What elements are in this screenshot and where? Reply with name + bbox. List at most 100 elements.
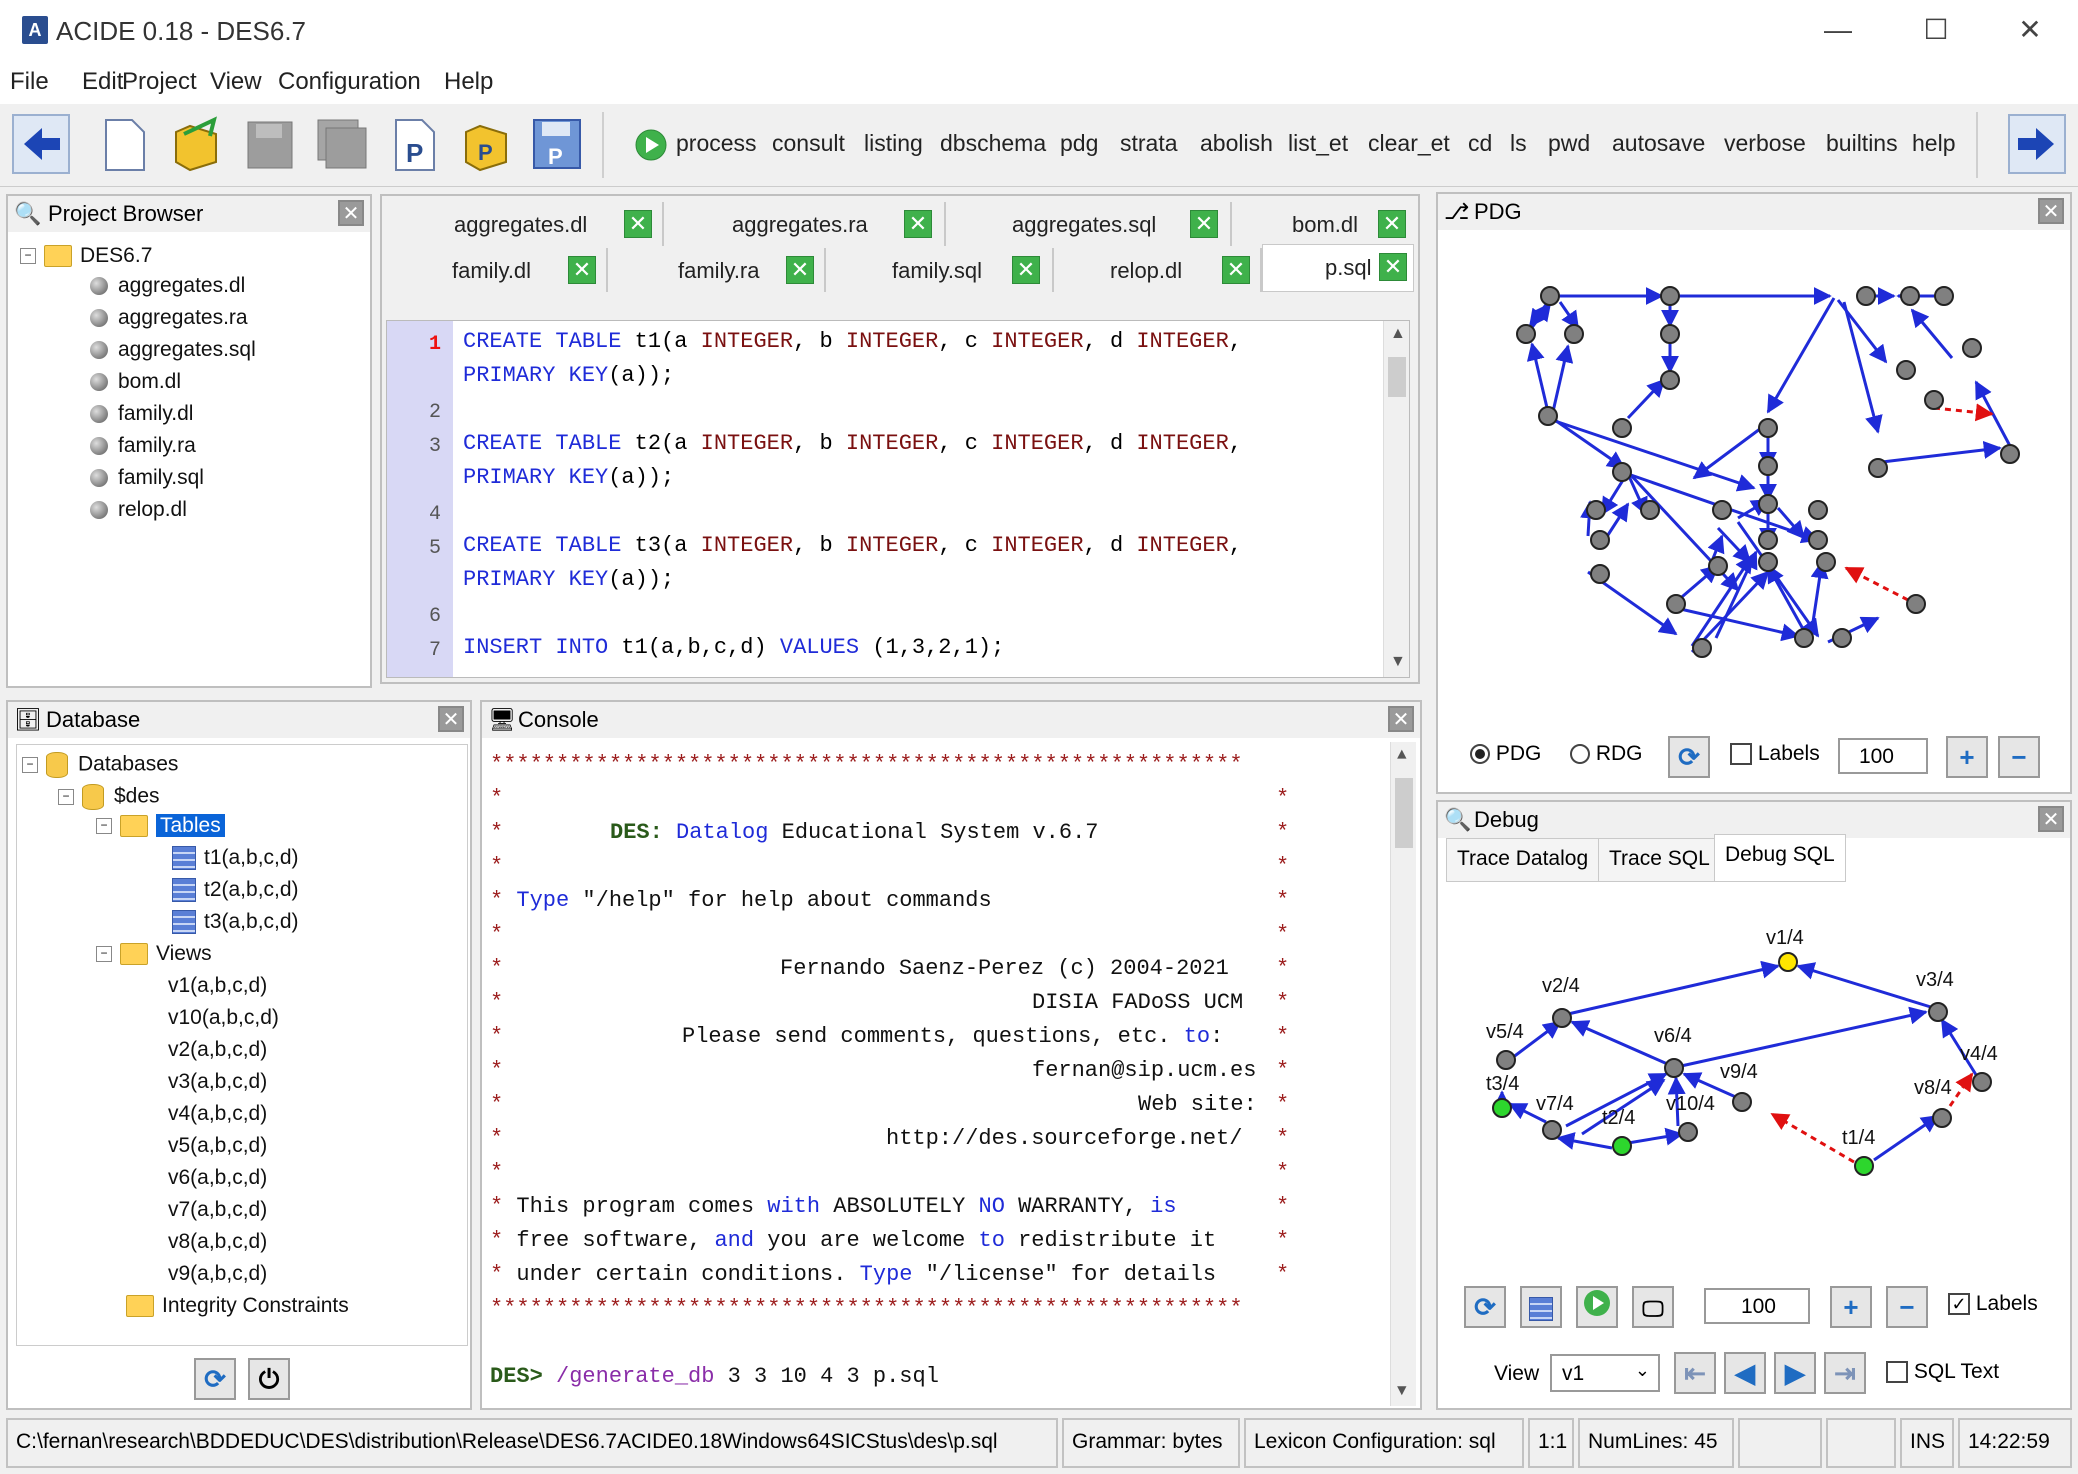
close-pdg-button[interactable]: ✕ (2038, 198, 2064, 224)
cmd-listing[interactable]: listing (864, 130, 923, 157)
editor-tab[interactable]: aggregates.ra ✕ (664, 202, 946, 246)
pdg-zoom-spinner[interactable]: 100 (1838, 738, 1928, 774)
cmd-abolish[interactable]: abolish (1200, 130, 1273, 157)
editor-tab[interactable]: aggregates.sql ✕ (946, 202, 1232, 246)
menu-file[interactable]: File (10, 68, 49, 96)
cmd-strata[interactable]: strata (1120, 130, 1178, 157)
close-tab-icon[interactable]: ✕ (1222, 256, 1250, 284)
view-item[interactable]: v1(a,b,c,d) (168, 974, 267, 998)
cmd-consult[interactable]: consult (772, 130, 845, 157)
table-item[interactable]: t1(a,b,c,d) (172, 846, 299, 871)
scroll-down-icon[interactable]: ▼ (1397, 1382, 1407, 1400)
radio-rdg-icon[interactable] (1570, 744, 1590, 765)
cmd-pwd[interactable]: pwd (1548, 130, 1590, 157)
editor-tab[interactable]: family.sql ✕ (826, 248, 1054, 292)
editor-tab[interactable]: family.dl ✕ (388, 248, 608, 292)
table-item[interactable]: t2(a,b,c,d) (172, 878, 299, 903)
close-tab-icon[interactable]: ✕ (624, 210, 652, 238)
close-project-browser-button[interactable]: ✕ (338, 200, 364, 226)
checkbox-icon[interactable] (1886, 1361, 1908, 1384)
debug-zoom-out-button[interactable]: − (1886, 1286, 1928, 1328)
view-select[interactable]: v1 ⌄ (1550, 1354, 1660, 1392)
close-tab-icon[interactable]: ✕ (786, 256, 814, 284)
power-button[interactable]: ⏻ (248, 1358, 290, 1400)
back-arrow-button[interactable] (12, 114, 70, 174)
debug-zoom-in-button[interactable]: + (1830, 1286, 1872, 1328)
close-tab-icon[interactable]: ✕ (1379, 253, 1407, 281)
new-project-button[interactable]: P (388, 114, 442, 174)
view-item[interactable]: v10(a,b,c,d) (168, 1006, 279, 1030)
close-database-button[interactable]: ✕ (438, 706, 464, 732)
cmd-verbose[interactable]: verbose (1724, 130, 1806, 157)
view-item[interactable]: v6(a,b,c,d) (168, 1166, 267, 1190)
view-item[interactable]: v8(a,b,c,d) (168, 1230, 267, 1254)
editor-tab[interactable]: family.ra ✕ (608, 248, 826, 292)
close-console-button[interactable]: ✕ (1388, 706, 1414, 732)
scroll-up-icon[interactable]: ▲ (1390, 325, 1406, 343)
last-view-button[interactable]: ⇥ (1824, 1352, 1866, 1394)
cmd-clear-et[interactable]: clear_et (1368, 130, 1450, 157)
cmd-list-et[interactable]: list_et (1288, 130, 1348, 157)
constraints-node[interactable]: Integrity Constraints (126, 1294, 349, 1318)
code-editor[interactable]: 1 2 3 4 5 6 7 CREATE TABLE t1(a INTEGER,… (386, 320, 1410, 678)
editor-scrollbar[interactable]: ▲ ▼ (1383, 321, 1409, 677)
collapse-icon[interactable]: − (22, 757, 38, 773)
refresh-pdg-button[interactable]: ⟳ (1668, 736, 1710, 778)
forward-arrow-button[interactable] (2008, 114, 2066, 174)
scroll-down-icon[interactable]: ▼ (1390, 653, 1406, 671)
project-file-item[interactable]: aggregates.ra (90, 306, 248, 330)
view-item[interactable]: v2(a,b,c,d) (168, 1038, 267, 1062)
checkbox-icon[interactable] (1730, 743, 1752, 766)
radio-pdg-icon[interactable] (1470, 744, 1490, 765)
new-file-button[interactable] (98, 114, 152, 174)
refresh-debug-button[interactable]: ⟳ (1464, 1286, 1506, 1328)
project-file-item[interactable]: family.dl (90, 402, 193, 426)
cmd-builtins[interactable]: builtins (1826, 130, 1898, 157)
project-file-item[interactable]: bom.dl (90, 370, 181, 394)
cmd-cd[interactable]: cd (1468, 130, 1492, 157)
save-project-button[interactable]: P (530, 114, 584, 174)
table-view-button[interactable] (1520, 1286, 1562, 1328)
menu-configuration[interactable]: Configuration (278, 68, 421, 96)
open-file-button[interactable] (170, 114, 224, 174)
menu-edit[interactable]: Edit (82, 68, 123, 96)
cmd-help[interactable]: help (1912, 130, 1955, 157)
save-button[interactable] (242, 114, 296, 174)
pdg-labels-checkbox[interactable]: Labels (1730, 742, 1820, 766)
scroll-thumb[interactable] (1395, 778, 1413, 848)
project-file-item[interactable]: aggregates.dl (90, 274, 245, 298)
view-item[interactable]: v5(a,b,c,d) (168, 1134, 267, 1158)
debug-zoom-spinner[interactable]: 100 (1704, 1288, 1810, 1324)
database-des[interactable]: − $des (58, 784, 160, 810)
close-tab-icon[interactable]: ✕ (568, 256, 596, 284)
databases-root[interactable]: − Databases (22, 752, 178, 778)
view-item[interactable]: v9(a,b,c,d) (168, 1262, 267, 1286)
editor-tab-active[interactable]: p.sql ✕ (1262, 244, 1414, 292)
cmd-autosave[interactable]: autosave (1612, 130, 1705, 157)
menu-project[interactable]: Project (122, 68, 197, 96)
pdg-zoom-out-button[interactable]: − (1998, 736, 2040, 778)
run-debug-button[interactable] (1576, 1286, 1618, 1328)
close-tab-icon[interactable]: ✕ (1012, 256, 1040, 284)
close-tab-icon[interactable]: ✕ (1378, 210, 1406, 238)
pdg-zoom-in-button[interactable]: + (1946, 736, 1988, 778)
cmd-ls[interactable]: ls (1510, 130, 1527, 157)
console-scrollbar[interactable]: ▲ ▼ (1390, 742, 1416, 1406)
scroll-thumb[interactable] (1388, 357, 1406, 397)
console-output[interactable]: ****************************************… (486, 742, 1416, 1406)
close-debug-button[interactable]: ✕ (2038, 806, 2064, 832)
cmd-process[interactable]: process (676, 130, 757, 157)
tab-debug-sql[interactable]: Debug SQL (1714, 834, 1846, 882)
first-view-button[interactable]: ⇤ (1674, 1352, 1716, 1394)
cmd-dbschema[interactable]: dbschema (940, 130, 1046, 157)
tab-trace-sql[interactable]: Trace SQL (1598, 838, 1721, 882)
project-file-item[interactable]: aggregates.sql (90, 338, 256, 362)
project-file-item[interactable]: relop.dl (90, 498, 187, 522)
checkbox-checked-icon[interactable]: ✓ (1948, 1293, 1970, 1316)
collapse-icon[interactable]: − (58, 789, 74, 805)
view-item[interactable]: v7(a,b,c,d) (168, 1198, 267, 1222)
collapse-icon[interactable]: − (96, 946, 112, 963)
collapse-icon[interactable]: − (96, 818, 112, 835)
open-project-button[interactable]: P (460, 114, 514, 174)
project-file-item[interactable]: family.sql (90, 466, 204, 490)
